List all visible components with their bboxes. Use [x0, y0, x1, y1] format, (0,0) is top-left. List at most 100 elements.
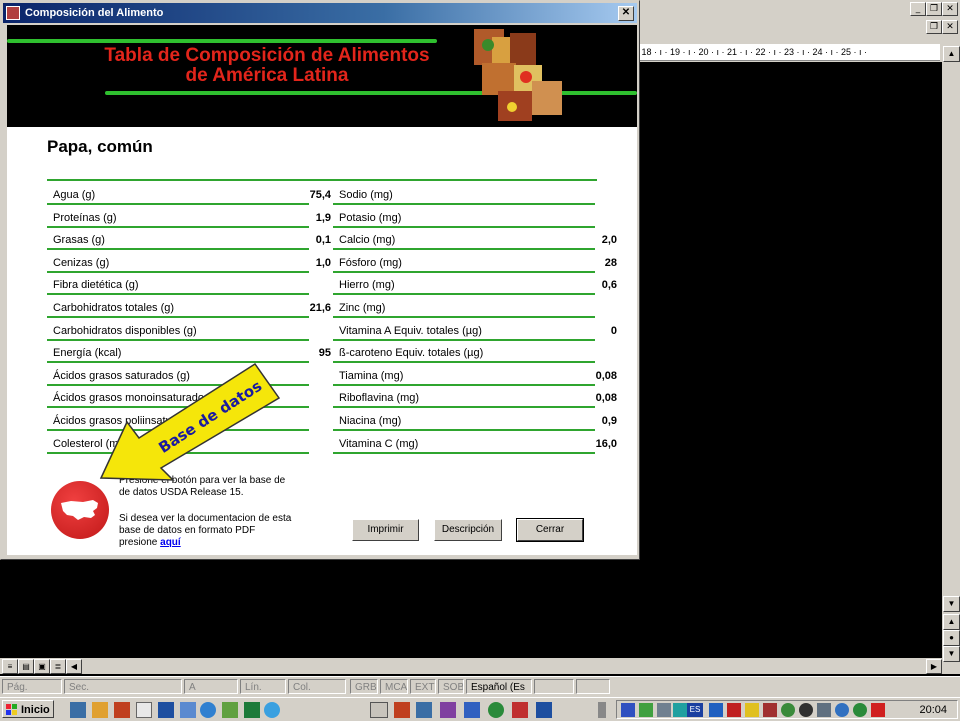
nutrient-label: Potasio (mg) — [339, 211, 402, 224]
quicklaunch-notes-icon[interactable] — [222, 702, 238, 718]
tray-shield-icon[interactable] — [621, 703, 635, 717]
nutrient-row: Carbohidratos totales (g) 21,6 — [47, 296, 331, 318]
quicklaunch-desktop-icon[interactable] — [70, 702, 86, 718]
nutrient-row: Potasio (mg) — [333, 206, 595, 228]
quicklaunch-powerpoint-icon[interactable] — [114, 702, 130, 718]
banner-title-line2: de América Latina — [185, 65, 349, 86]
nutrient-value: 21,6 — [309, 302, 331, 314]
normal-view-icon[interactable]: ≡ — [2, 659, 18, 674]
nutrient-label: Cenizas (g) — [53, 256, 110, 269]
tray-search-icon[interactable] — [727, 703, 741, 717]
next-page-icon[interactable]: ▼ — [943, 646, 960, 662]
tray-calendar-icon[interactable] — [817, 703, 831, 717]
taskbar: Inicio ES 20:04 — [0, 697, 960, 721]
tray-pen-icon[interactable] — [639, 703, 653, 717]
print-button[interactable]: Imprimir — [352, 519, 419, 541]
nutrient-row: Grasas (g) 0,1 — [47, 228, 331, 251]
nutrient-row: Riboflavina (mg) 0,08 — [333, 386, 617, 409]
tray-network-icon[interactable] — [657, 703, 671, 717]
quicklaunch-search-icon[interactable] — [136, 702, 152, 718]
tray-stop-icon[interactable] — [763, 703, 777, 717]
select-browse-icon[interactable]: ● — [943, 630, 960, 646]
usda-database-button[interactable] — [51, 481, 109, 539]
scroll-down-icon[interactable]: ▼ — [943, 596, 960, 612]
task-composition-icon[interactable] — [512, 702, 528, 718]
nutrient-label: Grasas (g) — [53, 234, 105, 247]
status-spell — [534, 679, 574, 694]
status-trk[interactable]: MCA — [380, 679, 408, 694]
pdf-link[interactable]: aquí — [160, 537, 181, 548]
app-icon — [6, 6, 20, 20]
tray-expand-icon[interactable] — [598, 702, 606, 718]
nutrient-value: 2,0 — [601, 234, 617, 247]
tray-globe-icon[interactable] — [781, 703, 795, 717]
quicklaunch-word-icon[interactable] — [158, 702, 174, 718]
minimize-icon[interactable]: _ — [910, 2, 926, 16]
task-powerpoint-icon[interactable] — [394, 702, 410, 718]
doc-restore-icon[interactable]: ❐ — [926, 20, 942, 34]
status-ext[interactable]: EXT — [410, 679, 436, 694]
quicklaunch-pencil-icon[interactable] — [92, 702, 108, 718]
restore-icon[interactable]: ❐ — [926, 2, 942, 16]
nutrient-value: 0,1 — [315, 234, 331, 247]
nutrient-label: Agua (g) — [53, 189, 96, 201]
tray-clock-icon[interactable] — [799, 703, 813, 717]
task-globe-icon[interactable] — [488, 702, 504, 718]
windows-logo-icon — [6, 704, 17, 715]
tray-info-icon[interactable] — [835, 703, 849, 717]
nutrient-row: Proteínas (g) 1,9 — [47, 206, 331, 228]
scroll-left-icon[interactable]: ◀ — [66, 659, 82, 674]
task-desktop-icon[interactable] — [416, 702, 432, 718]
tray-ime-icon[interactable] — [709, 703, 723, 717]
horizontal-scrollbar[interactable]: ≡ ▤ ▣ ≣ ◀ ▶ — [0, 658, 942, 674]
nutrient-label: Fósforo (mg) — [339, 256, 402, 269]
quicklaunch-explorer-icon[interactable] — [180, 702, 196, 718]
nutrient-label: Vitamina C (mg) — [339, 437, 419, 450]
scroll-right-icon[interactable]: ▶ — [926, 659, 942, 674]
tray-update-icon[interactable] — [853, 703, 867, 717]
nutrient-value: 0 — [610, 324, 617, 337]
print-view-icon[interactable]: ▣ — [34, 659, 50, 674]
nutrient-row: Sodio (mg) — [333, 183, 595, 205]
description-button[interactable]: Descripción — [434, 519, 502, 541]
system-tray: ES 20:04 — [616, 700, 958, 719]
nutrient-label: ß-caroteno Equiv. totales (µg) — [339, 347, 484, 360]
status-page: Pág. — [2, 679, 62, 694]
vertical-scrollbar[interactable]: ▲ ▼ ▲ ● ▼ — [942, 44, 960, 674]
nutrient-row: Vitamina A Equiv. totales (µg) 0 — [333, 319, 617, 341]
quicklaunch-info-icon[interactable] — [200, 702, 216, 718]
nutrient-row: Fibra dietética (g) — [47, 273, 309, 296]
scroll-up-icon[interactable]: ▲ — [943, 46, 960, 62]
task-word-icon[interactable] — [536, 702, 552, 718]
quicklaunch-excel-icon[interactable] — [244, 702, 260, 718]
close-icon[interactable]: ✕ — [942, 2, 958, 16]
tray-sun-icon[interactable] — [745, 703, 759, 717]
status-at: A — [184, 679, 238, 694]
nutrient-value: 0,9 — [601, 415, 617, 427]
nutrient-value: 1,9 — [315, 211, 331, 224]
start-button[interactable]: Inicio — [2, 700, 54, 718]
task-app-icon[interactable] — [440, 702, 456, 718]
status-language[interactable]: Español (Es — [466, 679, 532, 694]
close-button[interactable]: Cerrar — [516, 518, 584, 542]
outline-view-icon[interactable]: ≣ — [50, 659, 66, 674]
dialog-title: Composición del Alimento — [25, 7, 164, 19]
doc-close-icon[interactable]: ✕ — [942, 20, 958, 34]
pdf-info-text: Si desea ver la documentacion de esta ba… — [119, 513, 291, 549]
status-ovr[interactable]: SOB — [438, 679, 464, 694]
dialog-close-icon[interactable]: ✕ — [618, 6, 634, 21]
quicklaunch-ie-icon[interactable] — [264, 702, 280, 718]
nutrient-row: Vitamina C (mg) 16,0 — [333, 432, 617, 454]
status-rec[interactable]: GRB — [350, 679, 378, 694]
tray-pdf-icon[interactable] — [871, 703, 885, 717]
pdf-info-line3: presione aquí — [119, 537, 291, 549]
nutrient-label: Tiamina (mg) — [339, 369, 404, 382]
web-view-icon[interactable]: ▤ — [18, 659, 34, 674]
usa-map-icon — [61, 500, 98, 520]
prev-page-icon[interactable]: ▲ — [943, 614, 960, 630]
task-search-icon[interactable] — [370, 702, 388, 718]
callout-arrow: Base de datos — [99, 362, 281, 481]
clock[interactable]: 20:04 — [919, 703, 947, 718]
tray-language-icon[interactable]: ES — [687, 703, 703, 717]
task-window-icon[interactable] — [464, 702, 480, 718]
